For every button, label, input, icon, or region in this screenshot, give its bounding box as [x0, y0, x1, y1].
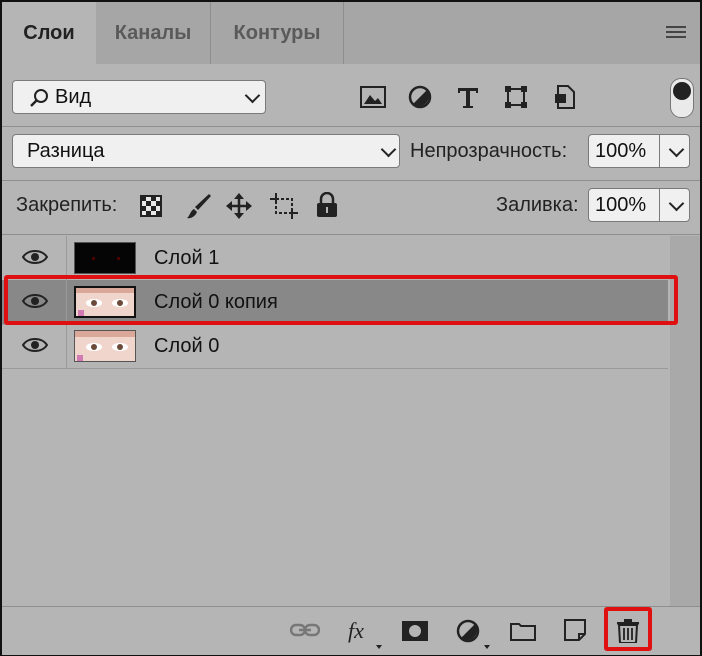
fx-icon[interactable]: fx [346, 619, 382, 649]
visibility-cell[interactable] [2, 324, 67, 368]
lock-paint-icon[interactable] [186, 192, 212, 220]
eyes-photo-image [75, 331, 135, 361]
trash-icon[interactable] [617, 619, 639, 643]
tab-layers[interactable]: Слои [2, 2, 96, 64]
blend-mode-select[interactable]: Разница [12, 134, 400, 168]
layer-row[interactable]: Слой 0 [2, 324, 668, 369]
tab-channels[interactable]: Каналы [96, 2, 211, 64]
fill-field[interactable]: 100% [588, 188, 690, 222]
selected-layer-highlight [4, 275, 678, 325]
fill-label: Заливка: [496, 194, 579, 216]
lock-label: Закрепить: [16, 194, 118, 216]
shape-icon[interactable] [504, 85, 528, 109]
mask-icon[interactable] [402, 621, 428, 641]
layer-name[interactable]: Слой 0 [154, 335, 219, 358]
panel-tab-bar: Слои Каналы Контуры [2, 2, 700, 64]
adjustment-layer-icon[interactable] [456, 619, 490, 649]
opacity-label: Непрозрачность: [410, 140, 568, 162]
eye-icon[interactable] [22, 249, 48, 265]
link-icon[interactable] [290, 623, 320, 637]
filter-toggle-switch[interactable] [670, 78, 694, 118]
layer-thumbnail [74, 242, 136, 274]
blend-mode-value: Разница [27, 140, 105, 162]
visibility-cell[interactable] [2, 236, 67, 280]
opacity-field[interactable]: 100% [588, 134, 690, 168]
lock-artboard-icon[interactable] [270, 193, 298, 219]
panel-menu-icon[interactable] [666, 26, 686, 40]
lock-pixels-icon[interactable] [140, 195, 162, 217]
tab-paths[interactable]: Контуры [211, 2, 344, 64]
adjustment-icon[interactable] [408, 85, 432, 109]
search-icon [30, 89, 48, 107]
layers-bottom-toolbar: fx [2, 606, 700, 655]
filter-toggle-icon [673, 82, 691, 100]
divider [2, 234, 700, 235]
smart-object-icon[interactable] [554, 85, 576, 109]
lock-all-icon[interactable] [316, 192, 338, 218]
chevron-down-icon [380, 141, 397, 158]
lock-move-icon[interactable] [226, 193, 252, 219]
fill-value: 100% [595, 194, 647, 216]
layer-thumbnail [74, 330, 136, 362]
eye-icon[interactable] [22, 337, 48, 353]
divider [2, 180, 700, 181]
divider [2, 126, 700, 127]
filter-kind-label: Вид [55, 86, 92, 108]
chevron-down-icon [244, 87, 261, 104]
layer-name[interactable]: Слой 1 [154, 247, 219, 270]
folder-icon[interactable] [510, 621, 536, 641]
chevron-down-icon[interactable] [668, 195, 685, 212]
type-icon[interactable] [456, 85, 480, 109]
svg-text:fx: fx [348, 619, 364, 643]
layers-panel: Слои Каналы Контуры Вид Разница Непрозра… [0, 0, 702, 656]
new-layer-icon[interactable] [564, 619, 586, 641]
chevron-down-icon[interactable] [668, 141, 685, 158]
filter-kind-select[interactable]: Вид [12, 80, 266, 114]
opacity-value: 100% [595, 140, 647, 162]
image-icon[interactable] [360, 86, 386, 108]
